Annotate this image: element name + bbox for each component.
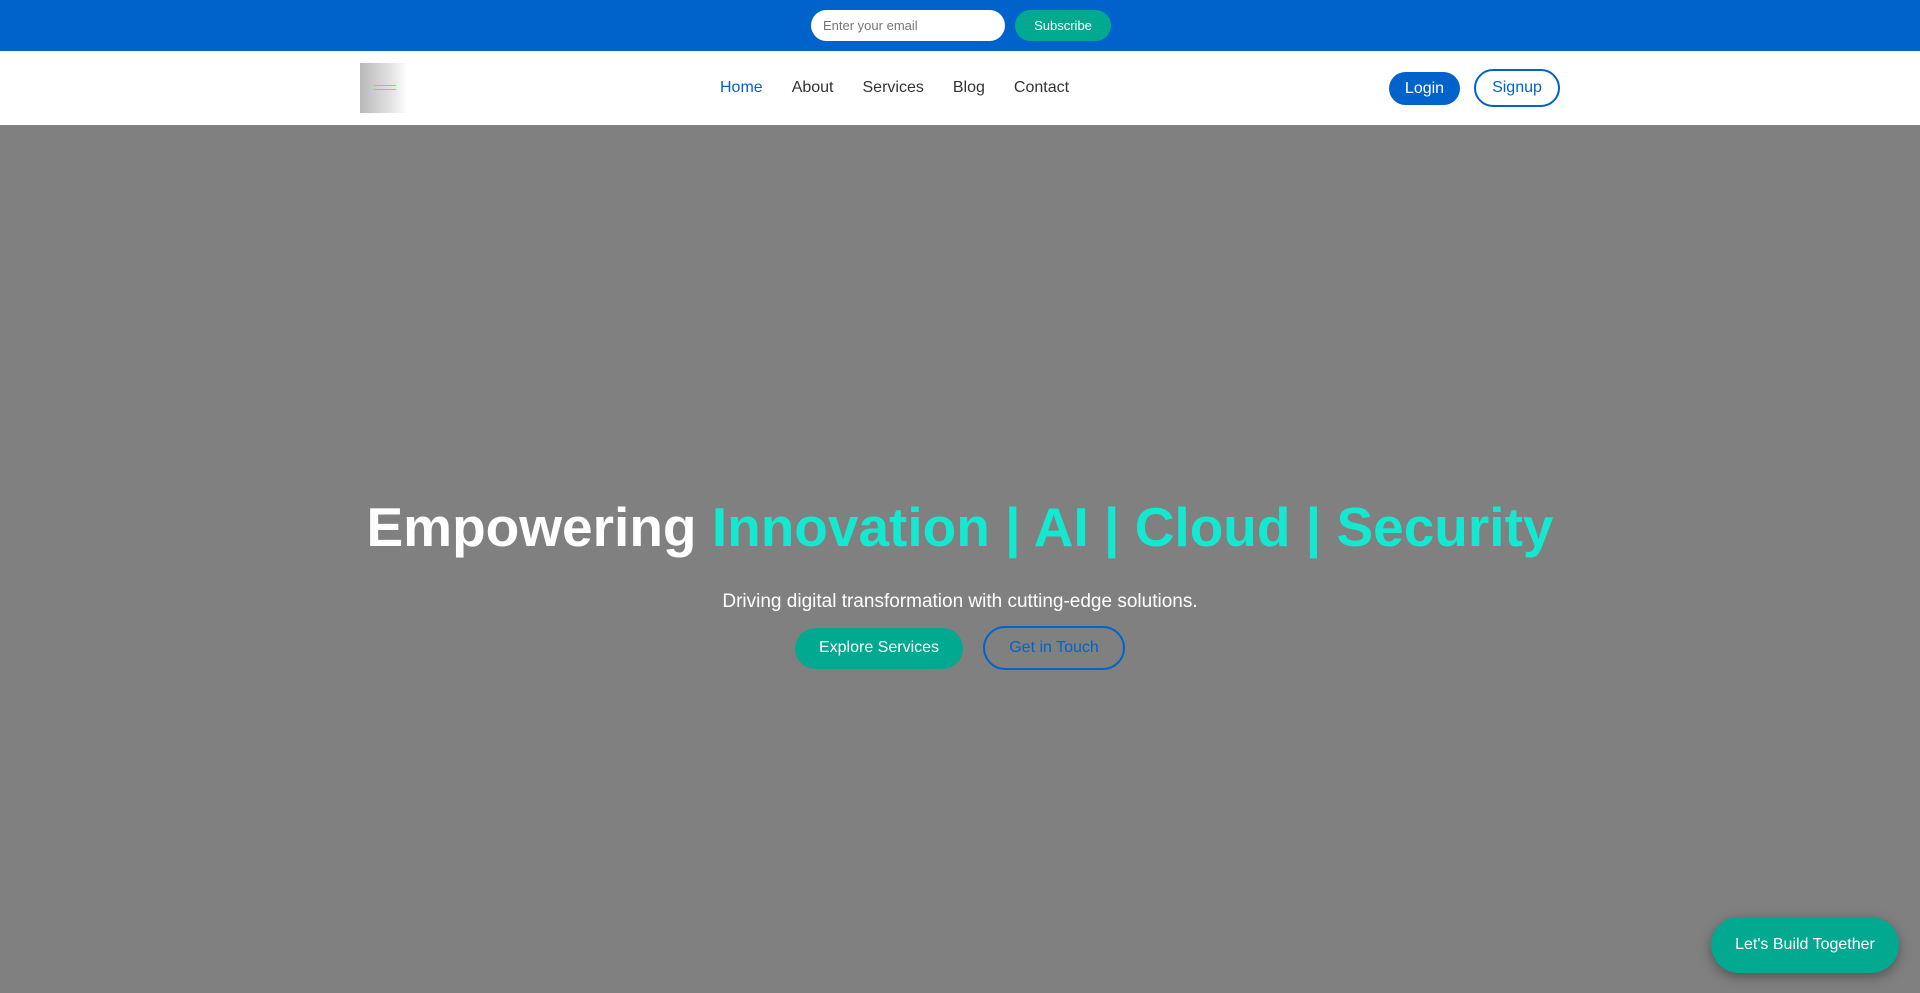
logo[interactable] xyxy=(360,63,408,113)
explore-services-button[interactable]: Explore Services xyxy=(795,627,963,669)
hero-title: Empowering Innovation | AI | Cloud | Sec… xyxy=(0,495,1920,559)
nav-link-about[interactable]: About xyxy=(792,79,834,97)
main-navbar: Home About Services Blog Contact Login S… xyxy=(0,51,1920,125)
subscribe-bar: Subscribe xyxy=(0,0,1920,51)
hero-subtitle: Driving digital transformation with cutt… xyxy=(722,591,1198,612)
nav-link-home[interactable]: Home xyxy=(720,79,763,97)
email-input[interactable] xyxy=(811,10,1005,41)
subscribe-button[interactable]: Subscribe xyxy=(1015,10,1111,41)
login-button[interactable]: Login xyxy=(1389,72,1460,105)
signup-button[interactable]: Signup xyxy=(1474,69,1560,107)
nav-link-blog[interactable]: Blog xyxy=(953,79,985,97)
hero-title-accent: Innovation | AI | Cloud | Security xyxy=(711,496,1554,558)
nav-links: Home About Services Blog Contact xyxy=(720,51,1069,125)
subscribe-form: Subscribe xyxy=(811,10,1111,41)
hero-buttons: Explore Services Get in Touch xyxy=(795,626,1125,670)
nav-link-contact[interactable]: Contact xyxy=(1014,79,1069,97)
lets-build-together-button[interactable]: Let's Build Together xyxy=(1711,917,1899,973)
logo-mark xyxy=(374,85,396,90)
nav-link-services[interactable]: Services xyxy=(863,79,924,97)
get-in-touch-button[interactable]: Get in Touch xyxy=(983,626,1125,670)
hero-title-lead: Empowering xyxy=(366,496,697,558)
